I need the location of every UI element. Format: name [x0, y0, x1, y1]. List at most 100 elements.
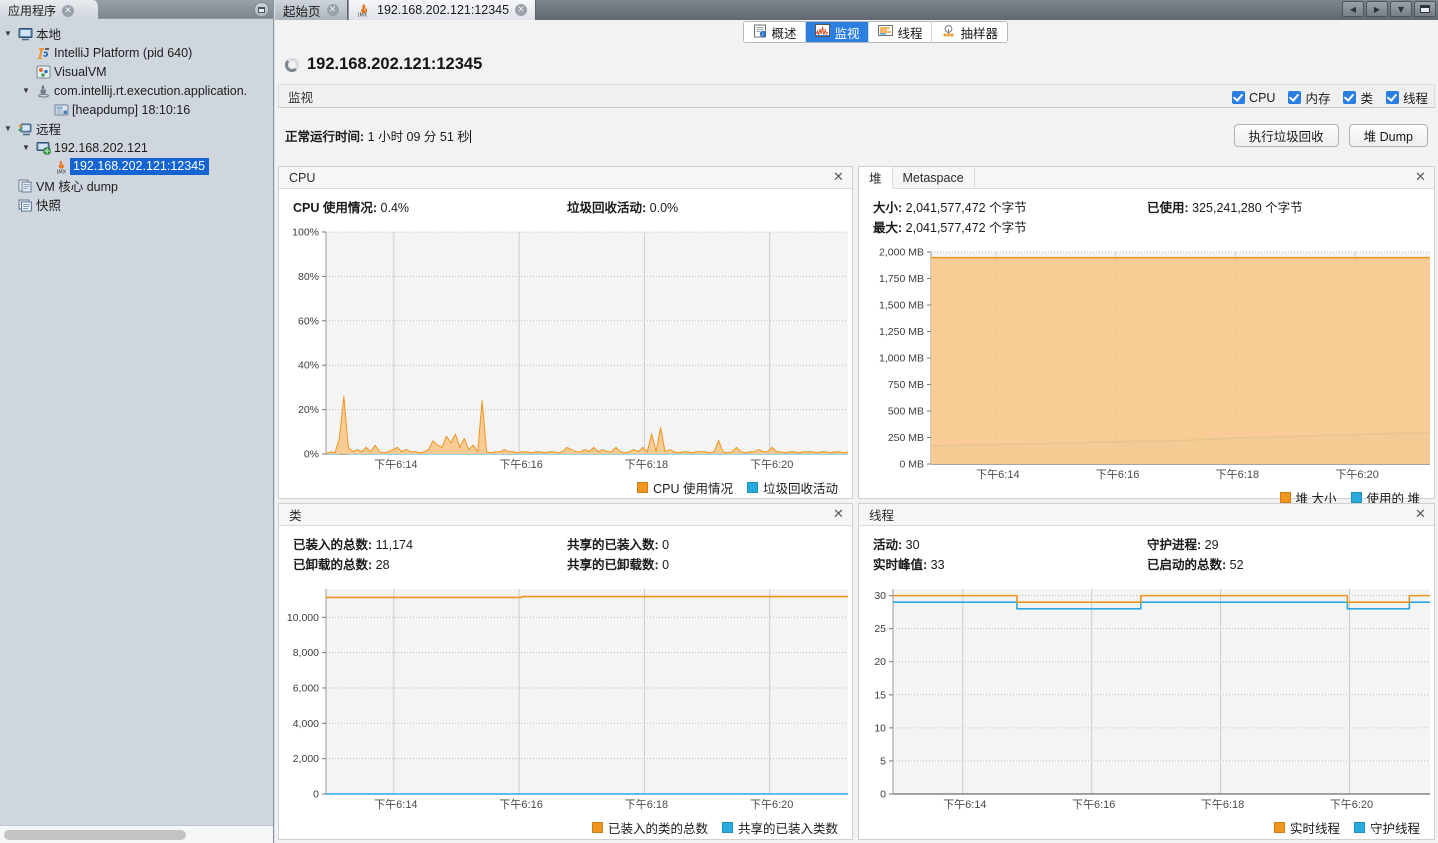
stat-label: 大小: — [873, 201, 902, 215]
metric-checkbox-group: CPU 内存 类 线程 — [1232, 88, 1428, 107]
tree-node[interactable]: ▼com.intellij.rt.execution.application. — [0, 81, 273, 100]
close-icon[interactable]: ✕ — [327, 4, 339, 16]
heapdump-icon — [52, 103, 70, 117]
legend-swatch-icon — [1274, 822, 1285, 833]
threads-chart[interactable]: 051015202530下午6:14下午6:16下午6:18下午6:20 — [859, 581, 1434, 816]
perform-gc-button[interactable]: 执行垃圾回收 — [1234, 124, 1339, 147]
sampler-icon — [941, 24, 956, 40]
svg-text:80%: 80% — [298, 271, 319, 283]
checkbox-classes[interactable]: 类 — [1343, 88, 1373, 107]
svg-text:25: 25 — [874, 623, 886, 635]
svg-text:0: 0 — [880, 789, 886, 801]
legend-item[interactable]: 共享的已装入类数 — [722, 818, 838, 837]
applications-tree[interactable]: ▼本地IntelliJ Platform (pid 640)VisualVM▼c… — [0, 20, 273, 825]
svg-text:2,000: 2,000 — [293, 753, 319, 765]
svg-text:1,250 MB: 1,250 MB — [879, 326, 924, 338]
tree-node[interactable]: ▼192.168.202.121 — [0, 138, 273, 157]
window-tab-startpage[interactable]: 起始页 ✕ — [275, 0, 348, 20]
jmx-icon: JMX — [52, 160, 70, 174]
svg-text:下午6:18: 下午6:18 — [625, 458, 668, 471]
legend-item[interactable]: 已装入的类的总数 — [592, 818, 708, 837]
section-label: 监视 — [279, 87, 313, 106]
classes-stats: 已装入的总数: 11,174 已卸载的总数: 28 共享的已装入数: 0 共享的… — [279, 526, 852, 581]
stat-value: 0 — [662, 558, 669, 572]
checkbox-checked-icon — [1232, 91, 1245, 104]
tree-node[interactable]: VisualVM — [0, 62, 273, 81]
expand-collapse-icon[interactable]: ▼ — [18, 143, 34, 152]
checkbox-threads[interactable]: 线程 — [1386, 88, 1428, 107]
tree-node[interactable]: 快照 — [0, 195, 273, 214]
checkbox-label: 线程 — [1403, 88, 1428, 107]
tab-monitor[interactable]: 监视 — [806, 22, 869, 42]
close-icon[interactable]: ✕ — [832, 508, 845, 521]
stat-value: 30 — [906, 538, 920, 552]
classes-chart[interactable]: 02,0004,0006,0008,00010,000下午6:14下午6:16下… — [279, 581, 852, 816]
close-icon[interactable]: ✕ — [1414, 171, 1427, 184]
checkbox-label: 内存 — [1305, 88, 1330, 107]
tree-node-label: 192.168.202.121:12345 — [70, 158, 209, 175]
minimize-icon[interactable] — [254, 2, 269, 17]
tab-list-button[interactable]: ▼ — [1390, 1, 1412, 17]
next-tab-button[interactable]: ▶ — [1366, 1, 1388, 17]
stat-label: 已使用: — [1147, 201, 1189, 215]
tree-node[interactable]: JMX192.168.202.121:12345 — [0, 157, 273, 176]
tab-threads[interactable]: 线程 — [869, 22, 932, 42]
legend-item[interactable]: 守护线程 — [1354, 818, 1420, 837]
checkbox-memory[interactable]: 内存 — [1288, 88, 1330, 107]
tree-node-label: [heapdump] 18:10:16 — [70, 103, 190, 117]
threads-panel: 线程 ✕ 活动: 30 实时峰值: 33 守护进程: 29 已启动的总数: 52… — [858, 503, 1435, 840]
legend-swatch-icon — [722, 822, 733, 833]
window-tab-controls: ◀ ▶ ▼ — [1342, 1, 1436, 17]
heap-dump-button[interactable]: 堆 Dump — [1349, 124, 1428, 147]
panel-tab-metaspace[interactable]: Metaspace — [893, 167, 975, 188]
applications-sidebar: 应用程序 ✕ ▼本地IntelliJ Platform (pid 640)Vis… — [0, 0, 274, 843]
checkbox-checked-icon — [1386, 91, 1399, 104]
sidebar-horizontal-scrollbar[interactable] — [0, 825, 273, 843]
heap-chart[interactable]: 0 MB250 MB500 MB750 MB1,000 MB1,250 MB1,… — [859, 244, 1434, 486]
classes-chart-legend: 已装入的类的总数共享的已装入类数 — [279, 816, 852, 837]
svg-text:下午6:16: 下午6:16 — [499, 798, 542, 811]
tab-overview[interactable]: i 概述 — [744, 22, 806, 42]
tab-sampler[interactable]: 抽样器 — [932, 22, 1007, 42]
panel-tab-heap[interactable]: 堆 — [859, 167, 893, 189]
threads-icon — [878, 24, 893, 40]
expand-collapse-icon[interactable]: ▼ — [18, 86, 34, 95]
checkbox-cpu[interactable]: CPU — [1232, 91, 1275, 105]
previous-tab-button[interactable]: ◀ — [1342, 1, 1364, 17]
tree-node[interactable]: ▼本地 — [0, 24, 273, 43]
memory-panel-header: 堆 Metaspace ✕ — [859, 167, 1434, 189]
tree-node[interactable]: [heapdump] 18:10:16 — [0, 100, 273, 119]
stat-label: 共享的已装入数: — [567, 538, 659, 552]
overview-icon: i — [753, 24, 767, 41]
checkbox-checked-icon — [1288, 91, 1301, 104]
checkbox-label: 类 — [1360, 88, 1373, 107]
close-icon[interactable]: ✕ — [832, 171, 845, 184]
window-tab-jmx-connection[interactable]: JMX 192.168.202.121:12345 ✕ — [348, 0, 536, 20]
maximize-button[interactable] — [1414, 1, 1436, 17]
classes-panel-header: 类 ✕ — [279, 504, 852, 526]
expand-collapse-icon[interactable]: ▼ — [0, 29, 16, 38]
legend-item[interactable]: 实时线程 — [1274, 818, 1340, 837]
svg-text:15: 15 — [874, 689, 886, 701]
tree-node[interactable]: IntelliJ Platform (pid 640) — [0, 43, 273, 62]
chevron-down-icon: ▼ — [1398, 5, 1404, 14]
sidebar-tab-applications[interactable]: 应用程序 ✕ — [0, 0, 99, 19]
stat-label: 守护进程: — [1147, 538, 1201, 552]
close-icon[interactable]: ✕ — [515, 4, 527, 16]
close-icon[interactable]: ✕ — [62, 5, 74, 17]
cpu-stats: CPU 使用情况: 0.4% 垃圾回收活动: 0.0% — [279, 189, 852, 224]
stat-value: 52 — [1230, 558, 1244, 572]
cpu-chart[interactable]: 0%20%40%60%80%100%下午6:14下午6:16下午6:18下午6:… — [279, 224, 852, 476]
threads-chart-legend: 实时线程守护线程 — [859, 816, 1434, 837]
tree-node[interactable]: VM 核心 dump — [0, 176, 273, 195]
svg-text:6,000: 6,000 — [293, 682, 319, 694]
svg-text:500 MB: 500 MB — [888, 406, 924, 418]
tab-label: 概述 — [771, 23, 796, 42]
checkbox-checked-icon — [1343, 91, 1356, 104]
close-icon[interactable]: ✕ — [1414, 508, 1427, 521]
expand-collapse-icon[interactable]: ▼ — [0, 124, 16, 133]
legend-item[interactable]: 垃圾回收活动 — [747, 478, 838, 497]
stat-label: 已启动的总数: — [1147, 558, 1226, 572]
tree-node[interactable]: ▼远程 — [0, 119, 273, 138]
legend-item[interactable]: CPU 使用情况 — [637, 478, 733, 497]
